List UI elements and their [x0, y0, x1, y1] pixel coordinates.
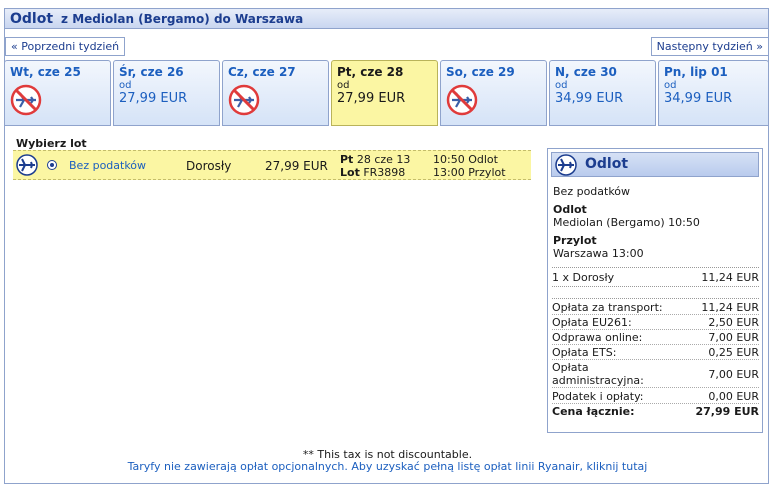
day-tab-sun-30[interactable]: N, cze 30 od 34,99 EUR — [549, 60, 656, 126]
flight-label: Lot — [340, 166, 360, 179]
fee-row: Opłata administracyjna: 7,00 EUR — [552, 361, 759, 388]
fee-value: 11,24 EUR — [701, 301, 759, 314]
fee-row: Podatek i opłaty: 0,00 EUR — [552, 390, 759, 404]
summary-header: Odlot — [551, 152, 759, 177]
from-label: od — [555, 80, 568, 91]
page-title: Odlot — [10, 10, 54, 27]
flight-times: 10:50 Odlot 13:00 Przylot — [433, 153, 506, 179]
fee-value: 2,50 EUR — [708, 316, 759, 329]
divider — [552, 298, 759, 299]
divider — [552, 286, 759, 287]
fee-value: 0,00 EUR — [708, 390, 759, 403]
prev-week-button[interactable]: « Poprzedni tydzień — [5, 37, 126, 56]
no-flight-icon — [446, 84, 478, 116]
fee-value: 7,00 EUR — [708, 368, 759, 381]
summary-arrival-label: Przylot — [553, 234, 597, 247]
day-price: 27,99 EUR — [337, 91, 406, 106]
from-label: od — [119, 80, 132, 91]
fee-label: Opłata ETS: — [552, 346, 617, 359]
day-label: So, cze 29 — [446, 65, 515, 79]
day-tab-mon-01[interactable]: Pn, lip 01 od 34,99 EUR — [658, 60, 769, 126]
fee-row: Opłata za transport: 11,24 EUR — [552, 301, 759, 315]
passenger-fare: 11,24 EUR — [701, 271, 759, 284]
day-price: 27,99 EUR — [119, 91, 188, 106]
flight-date: 28 cze 13 — [356, 153, 411, 166]
fee-label: Opłata EU261: — [552, 316, 632, 329]
booking-summary: Odlot Bez podatków Odlot Mediolan (Berga… — [547, 148, 763, 433]
from-label: od — [337, 80, 350, 91]
plane-icon — [16, 154, 38, 176]
day-price: 34,99 EUR — [555, 91, 624, 106]
day-tab-wed-26[interactable]: Śr, cze 26 od 27,99 EUR — [113, 60, 220, 126]
fee-label: Opłata administracyjna: — [552, 361, 644, 387]
summary-departure-value: Mediolan (Bergamo) 10:50 — [553, 216, 700, 229]
day-price: 34,99 EUR — [664, 91, 733, 106]
day-label: Pt, cze 28 — [337, 65, 404, 79]
day-tab-tue-25: Wt, cze 25 — [4, 60, 111, 126]
fees-link[interactable]: Taryfy nie zawierają opłat opcjonalnych.… — [0, 460, 775, 473]
no-flight-icon — [10, 84, 42, 116]
fee-label: Opłata za transport: — [552, 301, 663, 314]
route-title: z Mediolan (Bergamo) do Warszawa — [61, 11, 304, 26]
day-tab-fri-28[interactable]: Pt, cze 28 od 27,99 EUR — [331, 60, 438, 126]
fee-label: Podatek i opłaty: — [552, 390, 644, 403]
page-header: Odlot z Mediolan (Bergamo) do Warszawa — [4, 8, 769, 29]
fee-value: 7,00 EUR — [708, 331, 759, 344]
fee-row: Odprawa online: 7,00 EUR — [552, 331, 759, 345]
fare-type: Bez podatków — [69, 159, 147, 172]
total-value: 27,99 EUR — [695, 405, 759, 418]
fee-label: Odprawa online: — [552, 331, 643, 344]
passenger-type: Dorosły — [186, 159, 232, 173]
day-label: N, cze 30 — [555, 65, 617, 79]
no-flight-icon — [228, 84, 260, 116]
summary-arrival-value: Warszawa 13:00 — [553, 247, 644, 260]
passenger-fare-row: 1 x Dorosły 11,24 EUR — [552, 271, 759, 284]
divider — [552, 267, 759, 268]
fee-row: Opłata EU261: 2,50 EUR — [552, 316, 759, 330]
arrival-time: 13:00 Przylot — [433, 166, 506, 179]
fee-value: 0,25 EUR — [708, 346, 759, 359]
day-label: Śr, cze 26 — [119, 65, 184, 79]
summary-title: Odlot — [585, 156, 629, 172]
fee-row: Opłata ETS: 0,25 EUR — [552, 346, 759, 360]
total-row: Cena łącznie: 27,99 EUR — [552, 405, 759, 418]
day-tab-sat-29: So, cze 29 — [440, 60, 547, 126]
day-label: Cz, cze 27 — [228, 65, 296, 79]
select-flight-heading: Wybierz lot — [16, 137, 87, 150]
summary-departure-label: Odlot — [553, 203, 587, 216]
from-label: od — [664, 80, 677, 91]
next-week-button[interactable]: Następny tydzień » — [650, 37, 769, 56]
flight-radio[interactable] — [47, 160, 57, 170]
flight-number: FR3898 — [363, 166, 406, 179]
flight-row[interactable]: Bez podatków Dorosły 27,99 EUR Pt 28 cze… — [13, 150, 531, 180]
day-label: Pn, lip 01 — [664, 65, 728, 79]
flight-price: 27,99 EUR — [265, 159, 328, 173]
day-abbrev: Pt — [340, 153, 354, 166]
departure-time: 10:50 Odlot — [433, 153, 498, 166]
total-label: Cena łącznie: — [552, 405, 635, 418]
plane-icon — [555, 154, 577, 176]
summary-fare: Bez podatków — [553, 185, 631, 198]
passenger-count: 1 x Dorosły — [552, 271, 615, 284]
day-label: Wt, cze 25 — [10, 65, 81, 79]
flight-date-info: Pt 28 cze 13 Lot FR3898 — [340, 153, 410, 179]
day-tab-thu-27: Cz, cze 27 — [222, 60, 329, 126]
